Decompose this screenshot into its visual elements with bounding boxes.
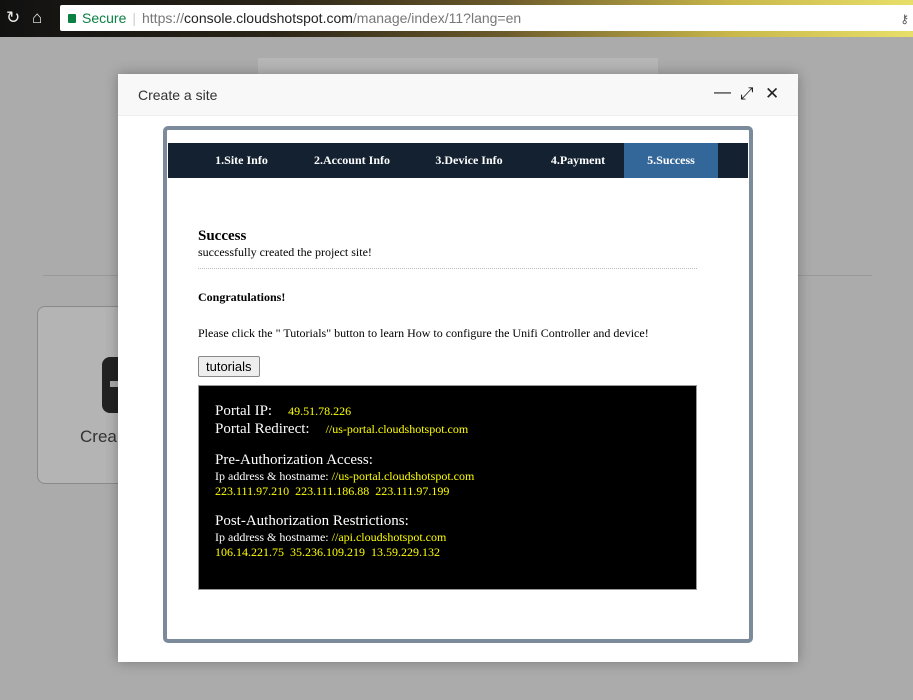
post-auth-host: //api.cloudshotspot.com bbox=[331, 530, 447, 544]
dialog-header: Create a site — ⤢ ✕ bbox=[118, 74, 798, 116]
wizard-frame: 1.Site Info 2.Account Info 3.Device Info… bbox=[163, 126, 753, 643]
pre-auth-ips: 223.111.97.210 223.111.186.88 223.111.97… bbox=[215, 484, 450, 498]
step-device-info[interactable]: 3.Device Info bbox=[406, 143, 532, 178]
dotted-divider bbox=[198, 268, 697, 269]
reload-icon[interactable]: ↻ bbox=[6, 8, 20, 28]
pre-auth-title: Pre-Authorization Access: bbox=[215, 452, 373, 468]
step-account-info[interactable]: 2.Account Info bbox=[298, 143, 406, 178]
post-auth-host-label: Ip address & hostname: bbox=[215, 530, 329, 544]
key-icon[interactable]: ⚷ bbox=[900, 12, 909, 26]
congrats-text: Congratulations! bbox=[198, 290, 286, 304]
dialog-title: Create a site bbox=[138, 87, 218, 103]
close-icon[interactable]: ✕ bbox=[765, 84, 779, 104]
portal-redirect-label: Portal Redirect: bbox=[215, 421, 310, 437]
step-payment[interactable]: 4.Payment bbox=[532, 143, 624, 178]
success-content: Success successfully created the project… bbox=[198, 228, 697, 590]
portal-ip-label: Portal IP: bbox=[215, 403, 273, 419]
pre-auth-host: //us-portal.cloudshotspot.com bbox=[331, 469, 475, 483]
address-bar[interactable]: Secure | https://console.cloudshotspot.com… bbox=[60, 5, 913, 31]
success-heading: Success bbox=[198, 228, 247, 244]
instruction-text: Please click the " Tutorials" button to … bbox=[198, 326, 649, 340]
url-host: console.cloudshotspot.com bbox=[184, 10, 353, 26]
url-scheme: https:// bbox=[142, 10, 185, 26]
card-label: Crea bbox=[80, 427, 117, 446]
browser-toolbar: ↻ ⌂ Secure | https://console.cloudshotspot… bbox=[0, 0, 913, 37]
post-auth-ips: 106.14.221.75 35.236.109.219 13.59.229.1… bbox=[215, 545, 440, 559]
create-site-dialog: Create a site — ⤢ ✕ 1.Site Info 2.Accoun… bbox=[118, 74, 798, 662]
url-path: /manage/index/11?lang=en bbox=[352, 10, 522, 26]
portal-redirect-value: //us-portal.cloudshotspot.com bbox=[325, 422, 469, 436]
post-auth-title: Post-Authorization Restrictions: bbox=[215, 513, 409, 529]
success-subheading: successfully created the project site! bbox=[198, 245, 372, 259]
pre-auth-host-label: Ip address & hostname: bbox=[215, 469, 329, 483]
wizard-steps: 1.Site Info 2.Account Info 3.Device Info… bbox=[168, 143, 748, 178]
step-success[interactable]: 5.Success bbox=[624, 143, 718, 178]
home-icon[interactable]: ⌂ bbox=[32, 8, 42, 28]
background-bar bbox=[258, 58, 658, 74]
lock-icon bbox=[68, 14, 76, 23]
tutorials-button[interactable]: tutorials bbox=[198, 356, 260, 377]
portal-ip-value: 49.51.78.226 bbox=[288, 404, 352, 418]
portal-info-box: Portal IP: 49.51.78.226 Portal Redirect:… bbox=[198, 385, 697, 590]
minimize-icon[interactable]: — bbox=[714, 82, 731, 102]
secure-label: Secure bbox=[82, 10, 127, 26]
maximize-icon[interactable]: ⤢ bbox=[740, 84, 754, 104]
step-site-info[interactable]: 1.Site Info bbox=[185, 143, 298, 178]
